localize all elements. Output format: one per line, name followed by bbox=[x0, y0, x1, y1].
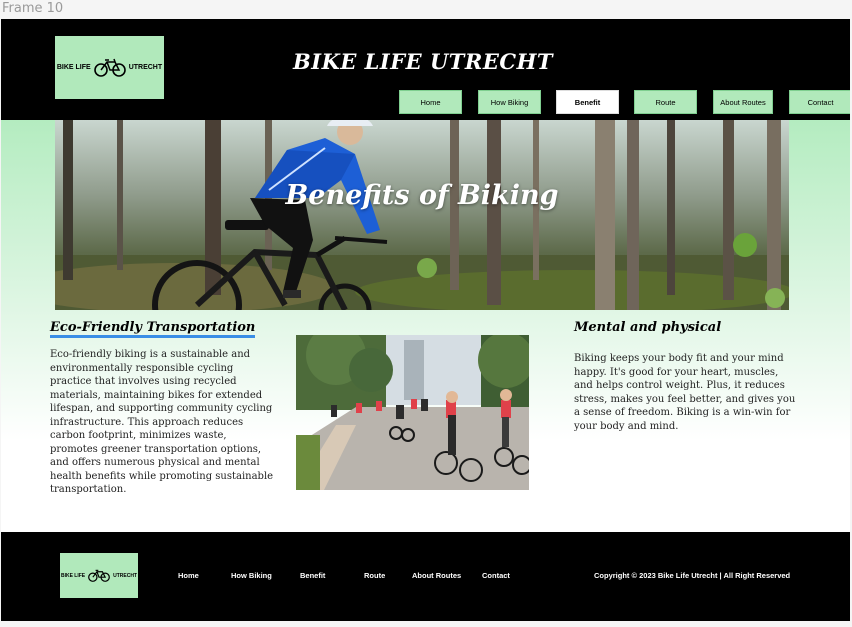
footer-logo-text-left: BIKE LIFE bbox=[60, 572, 86, 579]
logo-text-right: UTRECHT bbox=[128, 64, 163, 71]
footer-link-route[interactable]: Route bbox=[364, 571, 385, 580]
city-cyclists-photo bbox=[296, 335, 529, 490]
nav-benefit-button[interactable]: Benefit bbox=[556, 90, 619, 114]
nav-home-button[interactable]: Home bbox=[399, 90, 462, 114]
hero-title: Benefits of Biking bbox=[285, 180, 559, 211]
footer-logo[interactable]: BIKE LIFE UTRECHT bbox=[60, 553, 138, 598]
hero-forest-cyclist-image bbox=[55, 120, 789, 310]
header-logo[interactable]: BIKE LIFE UTRECHT bbox=[55, 36, 164, 99]
logo-text-left: BIKE LIFE bbox=[56, 64, 91, 71]
left-section-text: Eco-friendly biking is a sustainable and… bbox=[50, 349, 274, 495]
footer-bicycle-icon bbox=[88, 569, 111, 582]
site-header: BIKE LIFE UTRECHT BIKE LIFE UTRECHT Home… bbox=[1, 19, 850, 120]
site-footer: BIKE LIFE UTRECHT Home How Biking Benefi… bbox=[1, 532, 850, 621]
frame-label: Frame 10 bbox=[2, 1, 64, 16]
right-section-text: Biking keeps your body fit and your mind… bbox=[574, 353, 796, 432]
nav-route-button[interactable]: Route bbox=[634, 90, 697, 114]
left-section-title: Eco-Friendly Transportation bbox=[50, 320, 256, 338]
footer-link-about-routes[interactable]: About Routes bbox=[412, 571, 461, 580]
footer-link-benefit[interactable]: Benefit bbox=[300, 571, 325, 580]
footer-link-how-biking[interactable]: How Biking bbox=[231, 571, 272, 580]
bicycle-icon bbox=[93, 58, 126, 77]
footer-link-home[interactable]: Home bbox=[178, 571, 199, 580]
site-title: BIKE LIFE UTRECHT bbox=[293, 49, 554, 74]
nav-about-routes-button[interactable]: About Routes bbox=[713, 90, 773, 114]
copyright-text: Copyright © 2023 Bike Life Utrecht | All… bbox=[594, 571, 791, 580]
main-content: Benefits of Biking Eco-Friendly Transpor… bbox=[1, 120, 850, 531]
hero-banner: Benefits of Biking bbox=[55, 120, 789, 310]
footer-logo-text-right: UTRECHT bbox=[113, 572, 138, 579]
page-frame: BIKE LIFE UTRECHT BIKE LIFE UTRECHT Home… bbox=[1, 19, 850, 621]
nav-contact-button[interactable]: Contact bbox=[789, 90, 850, 114]
right-section-title: Mental and physical bbox=[574, 320, 722, 335]
nav-how-biking-button[interactable]: How Biking bbox=[478, 90, 541, 114]
footer-link-contact[interactable]: Contact bbox=[482, 571, 510, 580]
